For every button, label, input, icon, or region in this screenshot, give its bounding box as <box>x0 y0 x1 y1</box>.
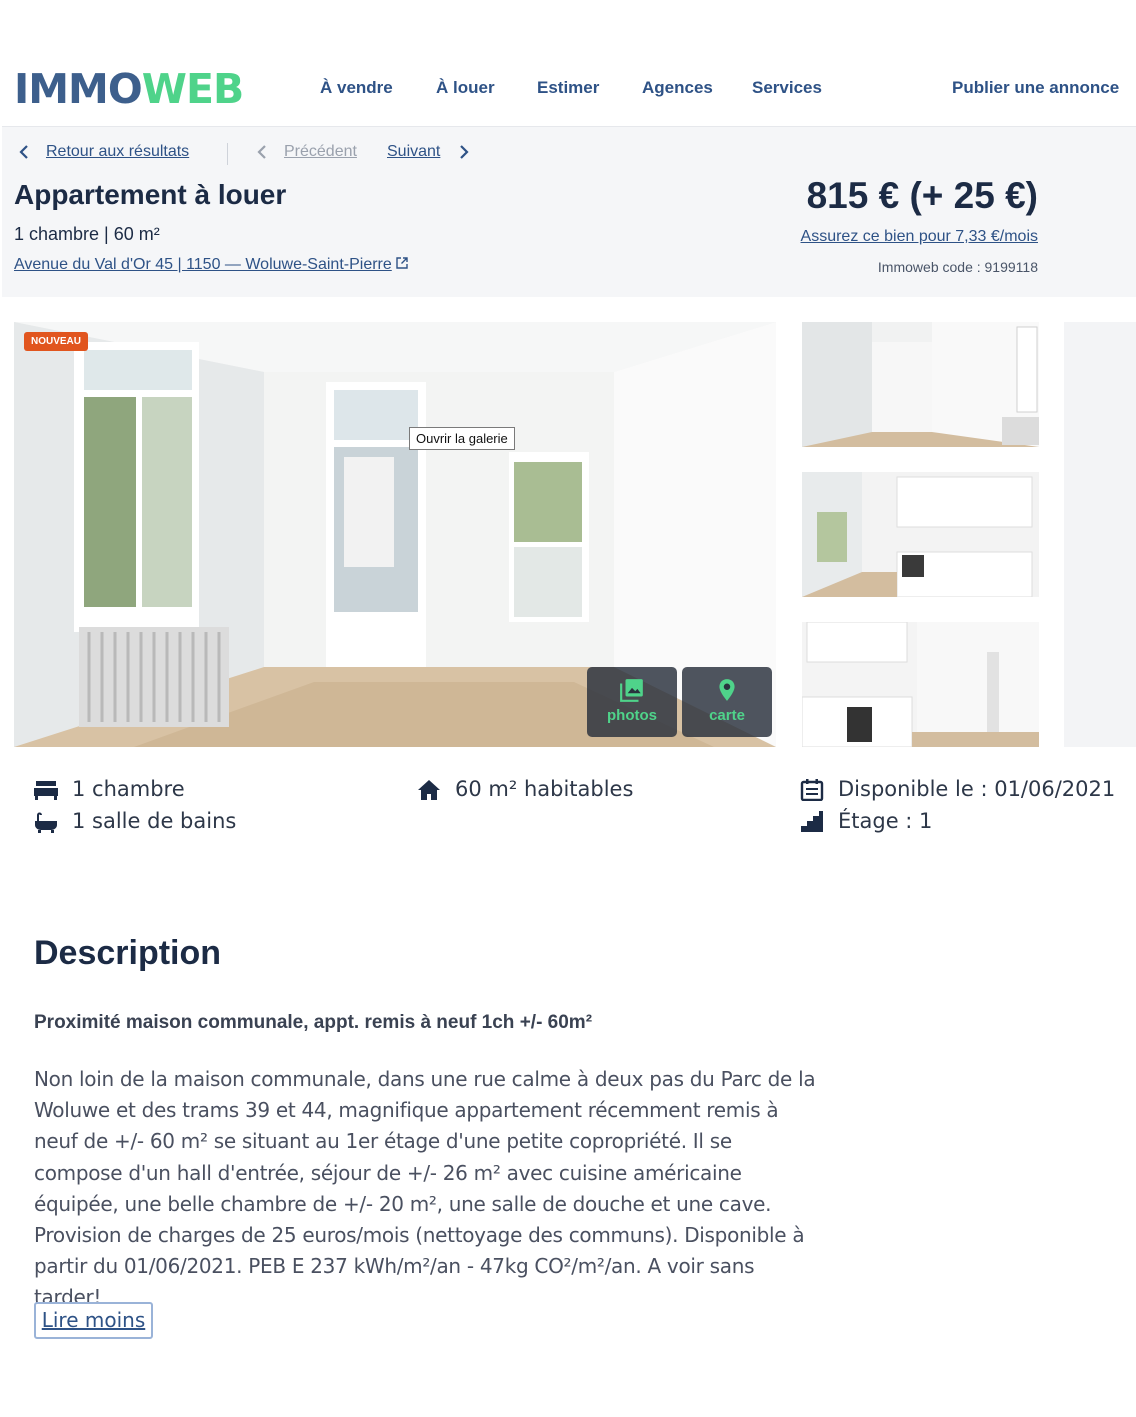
chevron-left-icon[interactable] <box>18 143 30 166</box>
bathtub-icon <box>35 812 57 833</box>
main-photo[interactable]: NOUVEAU Ouvrir la galerie photos carte <box>14 322 776 747</box>
stairs-icon <box>801 811 823 832</box>
immoweb-logo[interactable]: IMMOWEB <box>14 69 244 110</box>
photos-button[interactable]: photos <box>587 667 677 737</box>
nav-publish-ad[interactable]: Publier une annonce <box>952 78 1119 98</box>
site-header: IMMOWEB À vendre À louer Estimer Agences… <box>0 50 1136 126</box>
nav-a-louer[interactable]: À louer <box>436 78 495 98</box>
chevron-left-icon <box>256 143 268 166</box>
price: 815 € (+ 25 €) <box>806 175 1038 216</box>
home-icon <box>418 780 440 800</box>
address-link[interactable]: Avenue du Val d'Or 45 | 1150 — Woluwe-Sa… <box>14 256 408 274</box>
page-title: Appartement à louer <box>14 179 287 210</box>
previous-link: Précédent <box>284 143 357 160</box>
divider <box>227 143 228 165</box>
new-badge: NOUVEAU <box>24 332 89 351</box>
nav-services[interactable]: Services <box>752 78 822 98</box>
next-gallery-preview <box>1064 322 1136 747</box>
nav-estimer[interactable]: Estimer <box>537 78 599 98</box>
nav-agences[interactable]: Agences <box>642 78 713 98</box>
description-heading: Description <box>34 934 222 972</box>
thumbnail-kitchen-2 <box>802 622 1039 747</box>
external-link-icon <box>396 257 408 272</box>
map-button[interactable]: carte <box>682 667 772 737</box>
back-to-results-link[interactable]: Retour aux résultats <box>46 143 189 161</box>
location-pin-icon <box>719 679 735 701</box>
thumbnail-hallway <box>802 322 1039 447</box>
nav-a-vendre[interactable]: À vendre <box>320 78 393 98</box>
next-link[interactable]: Suivant <box>387 143 440 161</box>
listing-summary: 1 chambre | 60 m² <box>14 224 160 244</box>
description-body: Non loin de la maison communale, dans un… <box>34 1067 816 1310</box>
read-less-button[interactable]: Lire moins <box>34 1302 153 1339</box>
immoweb-code: Immoweb code : 9199118 <box>877 259 1038 275</box>
gallery-thumbnail[interactable] <box>802 622 1039 747</box>
calendar-icon <box>800 779 824 801</box>
insurance-link[interactable]: Assurez ce bien pour 7,33 €/mois <box>801 228 1038 246</box>
gallery-thumbnail[interactable] <box>802 322 1039 447</box>
thumbnail-kitchen <box>802 472 1039 597</box>
description-subtitle: Proximité maison communale, appt. remis … <box>34 1012 593 1033</box>
gallery-thumbnail[interactable] <box>802 472 1039 597</box>
open-gallery-tooltip: Ouvrir la galerie <box>409 427 515 450</box>
listing-header: Retour aux résultats Précédent Suivant A… <box>2 126 1136 297</box>
chevron-right-icon[interactable] <box>458 143 470 166</box>
photos-icon <box>620 679 643 702</box>
bed-icon <box>34 781 58 800</box>
